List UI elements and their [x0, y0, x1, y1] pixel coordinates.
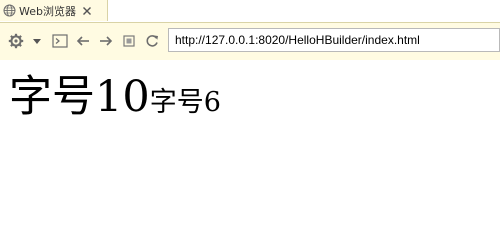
font-size-6-text: 字号6: [149, 87, 221, 118]
back-icon[interactable]: [75, 33, 91, 49]
font-size-10-text: 字号10: [9, 72, 150, 122]
console-icon[interactable]: [52, 33, 68, 49]
page-content: 字号10字号6: [0, 60, 500, 218]
dropdown-arrow-icon[interactable]: [29, 33, 45, 49]
tab-strip: Web浏览器: [0, 0, 500, 23]
browser-window: Web浏览器 http://127.0.0.1:8020/HelloHBuild…: [0, 0, 500, 218]
address-bar[interactable]: http://127.0.0.1:8020/HelloHBuilder/inde…: [168, 28, 500, 52]
close-icon[interactable]: [82, 6, 92, 16]
sample-text-line: 字号10字号6: [9, 76, 221, 119]
refresh-icon[interactable]: [144, 33, 160, 49]
globe-icon: [3, 4, 16, 17]
tab-web-browser[interactable]: Web浏览器: [0, 0, 108, 21]
url-text: http://127.0.0.1:8020/HelloHBuilder/inde…: [175, 33, 420, 47]
browser-toolbar: http://127.0.0.1:8020/HelloHBuilder/inde…: [0, 23, 500, 60]
stop-icon[interactable]: [121, 33, 137, 49]
gear-icon[interactable]: [8, 33, 24, 49]
forward-icon[interactable]: [98, 33, 114, 49]
tab-label: Web浏览器: [19, 4, 76, 18]
